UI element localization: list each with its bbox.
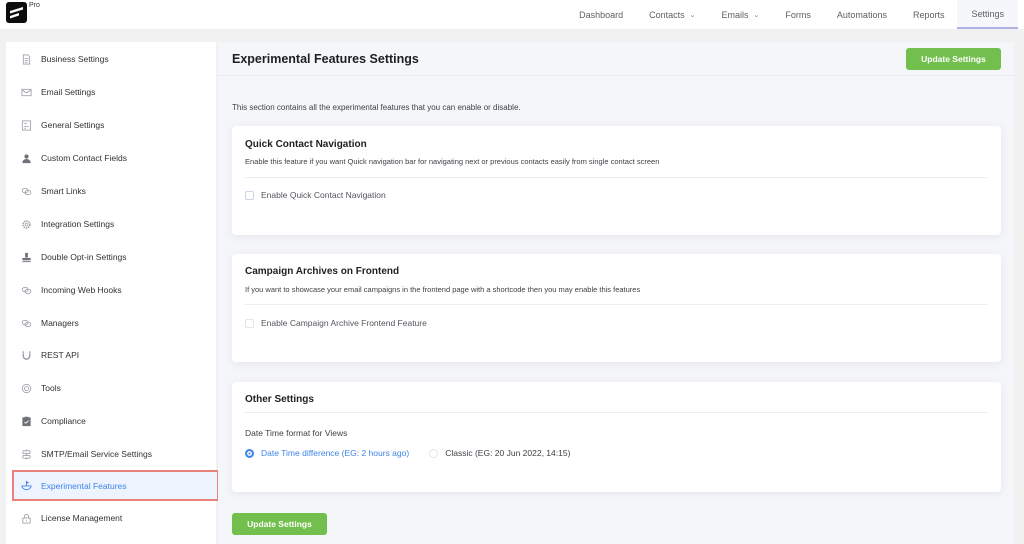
sidebar-item-label: General Settings (41, 120, 105, 130)
sidebar-item-label: Business Settings (41, 54, 109, 64)
nav-label: Settings (971, 8, 1004, 19)
link-icon (21, 318, 32, 329)
update-settings-button-bottom[interactable]: Update Settings (232, 513, 327, 535)
sidebar-item-incoming-web-hooks[interactable]: Incoming Web Hooks (6, 275, 216, 305)
link-icon (21, 186, 32, 197)
chevron-down-icon: ⌄ (689, 11, 696, 19)
card-description: If you want to showcase your email campa… (245, 285, 641, 294)
radio-label: Date Time difference (EG: 2 hours ago) (261, 448, 410, 458)
sidebar-item-label: Integration Settings (41, 219, 115, 229)
nav-label: Contacts (649, 9, 685, 20)
radio-dot[interactable] (429, 448, 439, 458)
nav-label: Automations (836, 9, 887, 20)
sidebar-item-smart-links[interactable]: Smart Links (6, 176, 216, 206)
nav-contacts[interactable]: Contacts ⌄ (636, 0, 708, 29)
sidebar-item-integration-settings[interactable]: Integration Settings (6, 209, 216, 239)
date-time-format-label: Date Time format for Views (245, 428, 348, 438)
quick-contact-navigation-card: Quick Contact Navigation Enable this fea… (232, 126, 1001, 235)
campaign-archives-card: Campaign Archives on Frontend If you wan… (232, 254, 1001, 362)
chevron-down-icon: ⌄ (753, 11, 760, 19)
link-icon (21, 285, 32, 296)
pro-badge: Pro (29, 2, 40, 9)
card-title: Quick Contact Navigation (245, 139, 367, 150)
sidebar-item-email-settings[interactable]: Email Settings (6, 77, 216, 107)
sidebar-item-label: REST API (41, 350, 80, 360)
sidebar-item-rest-api[interactable]: REST API (6, 340, 216, 370)
section-intro: This section contains all the experiment… (232, 103, 521, 112)
page-scroll-edge (1014, 29, 1024, 544)
nav-label: Forms (785, 9, 811, 20)
sidebar-item-label: Managers (41, 318, 79, 328)
nav-dashboard[interactable]: Dashboard (566, 0, 636, 29)
sidebar-item-custom-contact-fields[interactable]: Custom Contact Fields (6, 143, 216, 173)
radio-date-time-difference[interactable]: Date Time difference (EG: 2 hours ago) (245, 448, 409, 458)
page-header: Experimental Features Settings Update Se… (218, 42, 1014, 76)
flask-icon (21, 480, 32, 491)
document-icon (21, 54, 32, 65)
sidebar-item-label: Email Settings (41, 87, 96, 97)
gear-icon (21, 219, 32, 230)
clipboard-check-icon (21, 416, 32, 427)
sidebar-item-compliance[interactable]: Compliance (6, 406, 216, 436)
enable-quick-contact-navigation-checkbox[interactable]: Enable Quick Contact Navigation (245, 190, 386, 200)
logo-icon (10, 7, 23, 19)
sidebar-item-managers[interactable]: Managers (6, 308, 216, 338)
checkbox-box[interactable] (245, 190, 254, 200)
sidebar-item-double-opt-in-settings[interactable]: Double Opt-in Settings (6, 242, 216, 272)
divider (245, 304, 987, 305)
nav-label: Emails (721, 9, 749, 20)
radio-label: Classic (EG: 20 Jun 2022, 14:15) (445, 448, 571, 458)
card-description: Enable this feature if you want Quick na… (245, 157, 660, 166)
card-title: Other Settings (245, 394, 314, 405)
sidebar-item-license-management[interactable]: License Management (6, 503, 216, 533)
top-navigation-bar: Pro Dashboard Contacts ⌄ Emails ⌄ Forms Au… (0, 0, 1024, 29)
checkbox-box[interactable] (245, 318, 254, 328)
nav-settings[interactable]: Settings (957, 0, 1018, 29)
enable-campaign-archive-checkbox[interactable]: Enable Campaign Archive Frontend Feature (245, 318, 427, 328)
sidebar-item-smtp-email-service-settings[interactable]: SMTP/Email Service Settings (6, 439, 216, 469)
settings-sidebar: Business Settings Email Settings General… (6, 42, 219, 544)
nav-label: Dashboard (579, 9, 624, 20)
other-settings-card: Other Settings Date Time format for View… (232, 382, 1001, 492)
sidebar-item-label: Experimental Features (41, 480, 127, 491)
sidebar-item-tools[interactable]: Tools (6, 373, 216, 403)
nav-reports[interactable]: Reports (900, 0, 958, 29)
lock-icon (21, 513, 32, 524)
sidebar-item-business-settings[interactable]: Business Settings (6, 44, 216, 74)
nav-emails[interactable]: Emails ⌄ (709, 0, 773, 29)
magnet-icon (21, 350, 32, 361)
card-title: Campaign Archives on Frontend (245, 266, 400, 277)
stamp-icon (21, 252, 32, 263)
envelope-icon (21, 87, 32, 98)
settings-sheet-icon (21, 120, 32, 131)
update-settings-button-top[interactable]: Update Settings (906, 48, 1001, 70)
checkbox-label: Enable Campaign Archive Frontend Feature (261, 318, 427, 328)
nav-automations[interactable]: Automations (824, 0, 900, 29)
sidebar-item-general-settings[interactable]: General Settings (6, 110, 216, 140)
sidebar-item-label: Custom Contact Fields (41, 153, 127, 163)
divider (245, 412, 987, 413)
sidebar-item-label: Compliance (41, 416, 86, 426)
main-nav: Dashboard Contacts ⌄ Emails ⌄ Forms Automa… (566, 0, 1018, 29)
page-title: Experimental Features Settings (232, 52, 419, 66)
sidebar-item-label: Tools (41, 383, 61, 393)
date-time-format-radio-group: Date Time difference (EG: 2 hours ago) C… (245, 448, 590, 458)
main-content: Experimental Features Settings Update Se… (218, 42, 1014, 544)
sidebar-item-label: Double Opt-in Settings (41, 252, 127, 262)
server-icon (21, 448, 32, 460)
sidebar-item-label: Smart Links (41, 186, 86, 196)
checkbox-label: Enable Quick Contact Navigation (261, 190, 386, 200)
sidebar-item-label: License Management (41, 513, 123, 523)
lifebuoy-icon (21, 383, 32, 394)
app-logo[interactable] (6, 2, 27, 23)
sidebar-item-label: SMTP/Email Service Settings (41, 449, 153, 459)
divider (245, 177, 987, 178)
sidebar-item-label: Incoming Web Hooks (41, 285, 122, 295)
nav-label: Reports (912, 9, 945, 20)
nav-forms[interactable]: Forms (772, 0, 824, 29)
sidebar-item-experimental-features[interactable]: Experimental Features (12, 470, 219, 501)
user-icon (21, 153, 32, 164)
radio-dot[interactable] (245, 448, 254, 458)
radio-classic[interactable]: Classic (EG: 20 Jun 2022, 14:15) (429, 448, 570, 458)
